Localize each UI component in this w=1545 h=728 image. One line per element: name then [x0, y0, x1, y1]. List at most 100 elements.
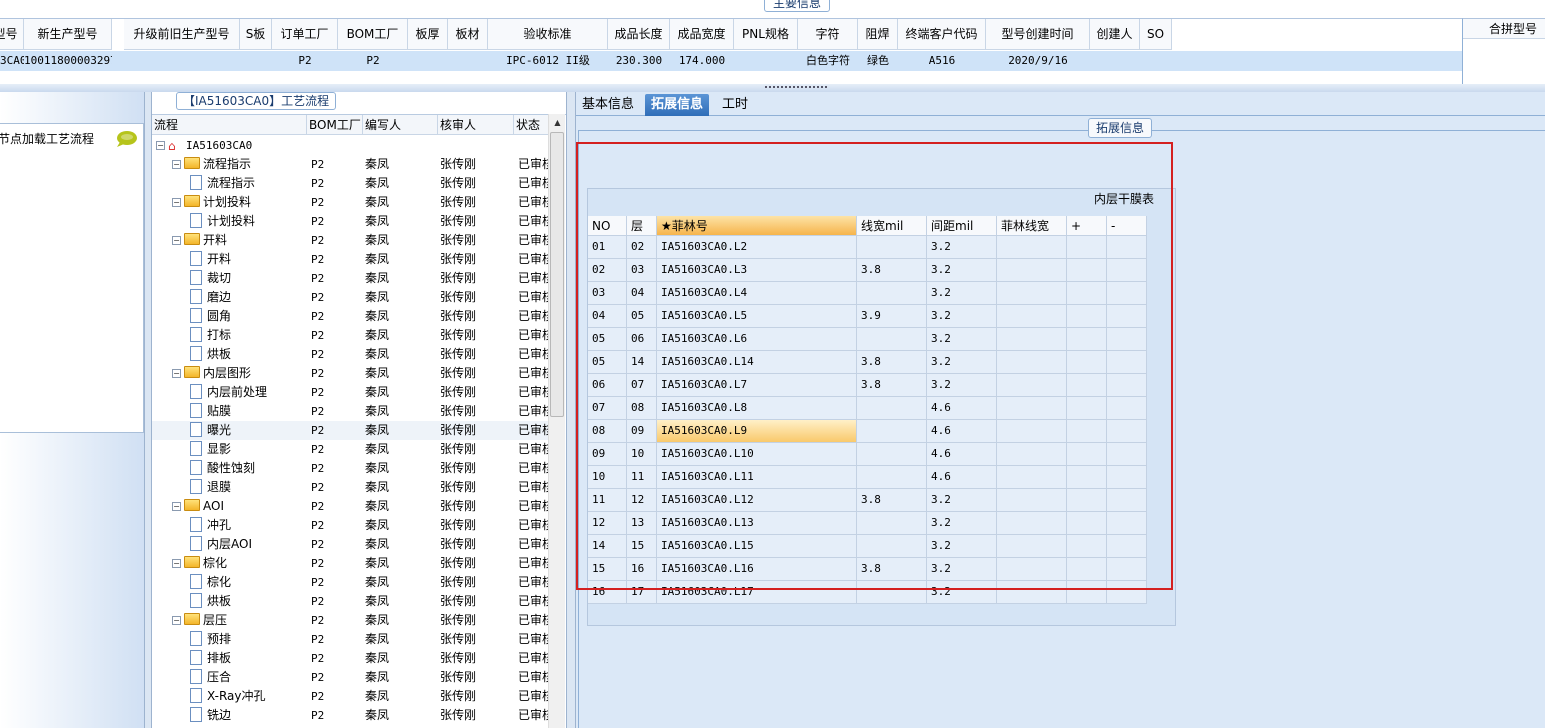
grid-cell[interactable] — [997, 466, 1067, 489]
grid-cell[interactable] — [1067, 535, 1107, 558]
grid-cell[interactable] — [1067, 489, 1107, 512]
grid-cell[interactable]: 3.2 — [927, 282, 997, 305]
grid-col-header[interactable]: + — [1067, 216, 1107, 236]
grid-cell[interactable]: IA51603CA0.L10 — [657, 443, 857, 466]
grid-cell[interactable]: 3.9 — [857, 305, 927, 328]
grid-cell[interactable]: 3.2 — [927, 259, 997, 282]
grid-cell[interactable] — [1067, 397, 1107, 420]
grid-row[interactable]: 12 13 IA51603CA0.L13 3.2 — [588, 512, 1147, 535]
grid-cell[interactable]: 04 — [627, 282, 657, 305]
tree-row[interactable]: 贴膜 P2 秦凤 张传刚 已审核 — [152, 402, 552, 421]
tree-row[interactable]: 磨边 P2 秦凤 张传刚 已审核 — [152, 288, 552, 307]
main-info-cell[interactable] — [1140, 51, 1172, 71]
grid-cell[interactable]: 02 — [588, 259, 627, 282]
grid-cell[interactable]: 3.2 — [927, 581, 997, 604]
grid-cell[interactable]: 3.2 — [927, 236, 997, 259]
grid-cell[interactable]: 4.6 — [927, 420, 997, 443]
grid-cell[interactable]: 03 — [588, 282, 627, 305]
main-info-cell[interactable]: 10011800003297 — [24, 51, 112, 71]
main-col-header[interactable]: 验收标准 — [488, 19, 608, 50]
main-col-header[interactable]: 终端客户代码 — [898, 19, 986, 50]
tree-row[interactable]: − 流程指示 P2 秦凤 张传刚 已审核 — [152, 155, 552, 174]
grid-cell[interactable] — [997, 420, 1067, 443]
grid-cell[interactable] — [1107, 236, 1147, 259]
tab-extended-info[interactable]: 拓展信息 — [645, 94, 710, 116]
grid-cell[interactable] — [857, 328, 927, 351]
grid-cell[interactable]: IA51603CA0.L11 — [657, 466, 857, 489]
tree-row[interactable]: − 内层图形 P2 秦凤 张传刚 已审核 — [152, 364, 552, 383]
tab-basic-info[interactable]: 基本信息 — [576, 94, 640, 116]
grid-row[interactable]: 06 07 IA51603CA0.L7 3.8 3.2 — [588, 374, 1147, 397]
grid-cell[interactable] — [857, 236, 927, 259]
grid-cell[interactable]: 05 — [627, 305, 657, 328]
grid-cell[interactable] — [1107, 282, 1147, 305]
grid-cell[interactable]: IA51603CA0.L3 — [657, 259, 857, 282]
grid-cell[interactable] — [1107, 558, 1147, 581]
tree-row[interactable]: 烘板 P2 秦凤 张传刚 已审核 — [152, 345, 552, 364]
grid-cell[interactable]: IA51603CA0.L2 — [657, 236, 857, 259]
collapse-icon[interactable]: − — [172, 616, 181, 625]
grid-cell[interactable] — [1107, 535, 1147, 558]
main-info-cell[interactable]: P2 — [272, 51, 338, 71]
grid-cell[interactable] — [1067, 236, 1107, 259]
grid-cell[interactable]: 13 — [627, 512, 657, 535]
tree-col-header[interactable]: BOM工厂 — [307, 115, 363, 135]
tab-work-hours[interactable]: 工时 — [716, 94, 754, 116]
grid-cell[interactable]: 16 — [627, 558, 657, 581]
grid-cell[interactable]: 3.2 — [927, 512, 997, 535]
grid-row[interactable]: 03 04 IA51603CA0.L4 3.2 — [588, 282, 1147, 305]
grid-cell[interactable]: 3.2 — [927, 558, 997, 581]
grid-row[interactable]: 05 06 IA51603CA0.L6 3.2 — [588, 328, 1147, 351]
grid-cell[interactable]: 4.6 — [927, 466, 997, 489]
main-info-cell[interactable]: 230.300 — [608, 51, 670, 71]
main-col-header[interactable]: 板材 — [448, 19, 488, 50]
grid-cell[interactable]: IA51603CA0.L8 — [657, 397, 857, 420]
grid-cell[interactable]: 3.8 — [857, 259, 927, 282]
tree-col-header[interactable]: 核审人 — [438, 115, 514, 135]
scroll-up-icon[interactable]: ▲ — [549, 116, 566, 130]
tree-row[interactable]: 棕化 P2 秦凤 张传刚 已审核 — [152, 573, 552, 592]
grid-cell[interactable] — [1067, 443, 1107, 466]
grid-row[interactable]: 02 03 IA51603CA0.L3 3.8 3.2 — [588, 259, 1147, 282]
grid-cell[interactable] — [857, 535, 927, 558]
collapse-icon[interactable]: − — [172, 236, 181, 245]
grid-cell[interactable]: 4.6 — [927, 397, 997, 420]
grid-cell[interactable] — [997, 535, 1067, 558]
main-col-header[interactable]: 型号创建时间 — [986, 19, 1090, 50]
grid-cell[interactable]: IA51603CA0.L4 — [657, 282, 857, 305]
tree-row[interactable]: − 棕化 P2 秦凤 张传刚 已审核 — [152, 554, 552, 573]
main-info-row[interactable]: 3CA0 10011800003297 P2 P2 IPC-6012 II级 230.30… — [0, 51, 1462, 71]
grid-cell[interactable] — [857, 443, 927, 466]
grid-col-header[interactable]: 线宽mil — [857, 216, 927, 236]
grid-cell[interactable] — [857, 581, 927, 604]
grid-cell[interactable]: 03 — [627, 259, 657, 282]
grid-cell[interactable] — [997, 443, 1067, 466]
grid-row[interactable]: 15 16 IA51603CA0.L16 3.8 3.2 — [588, 558, 1147, 581]
grid-cell[interactable] — [997, 259, 1067, 282]
grid-col-header[interactable]: 菲林线宽 — [997, 216, 1067, 236]
grid-cell[interactable] — [1067, 259, 1107, 282]
grid-cell[interactable] — [997, 236, 1067, 259]
main-info-cell[interactable] — [408, 51, 448, 71]
grid-cell[interactable]: IA51603CA0.L14 — [657, 351, 857, 374]
tree-row[interactable]: X-Ray冲孔 P2 秦凤 张传刚 已审核 — [152, 687, 552, 706]
grid-cell[interactable] — [1107, 328, 1147, 351]
grid-cell[interactable]: 10 — [627, 443, 657, 466]
grid-cell[interactable] — [1107, 351, 1147, 374]
grid-cell[interactable] — [997, 512, 1067, 535]
tree-row[interactable]: 打标 P2 秦凤 张传刚 已审核 — [152, 326, 552, 345]
grid-row[interactable]: 07 08 IA51603CA0.L8 4.6 — [588, 397, 1147, 420]
grid-cell[interactable]: 09 — [588, 443, 627, 466]
grid-cell[interactable] — [857, 282, 927, 305]
grid-col-header[interactable]: - — [1107, 216, 1147, 236]
collapse-icon[interactable]: − — [172, 559, 181, 568]
grid-cell[interactable]: 07 — [588, 397, 627, 420]
grid-cell[interactable] — [1067, 512, 1107, 535]
grid-cell[interactable] — [1107, 512, 1147, 535]
grid-cell[interactable] — [1067, 558, 1107, 581]
grid-cell[interactable] — [857, 512, 927, 535]
main-info-cell[interactable]: A516 — [898, 51, 986, 71]
grid-cell[interactable] — [1067, 282, 1107, 305]
grid-cell[interactable]: 05 — [588, 351, 627, 374]
tree-row[interactable]: 冲孔 P2 秦凤 张传刚 已审核 — [152, 516, 552, 535]
